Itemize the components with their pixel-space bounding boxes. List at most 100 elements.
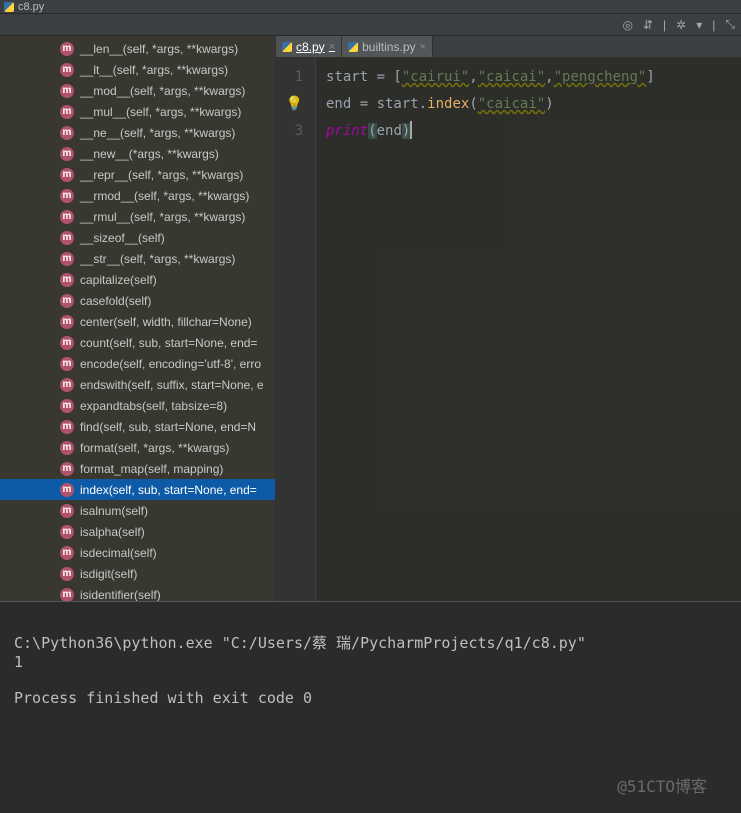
method-icon: m	[60, 315, 74, 329]
structure-toolbar: ◎ ⇵ | ✲ ▾ | ⤡	[0, 14, 741, 36]
run-console[interactable]: C:\Python36\python.exe "C:/Users/蔡 瑞/Pyc…	[0, 601, 741, 811]
method-icon: m	[60, 357, 74, 371]
method-icon: m	[60, 63, 74, 77]
method-icon: m	[60, 147, 74, 161]
structure-item[interactable]: m__repr__(self, *args, **kwargs)	[0, 164, 275, 185]
code-content[interactable]: start = ["cairui","caicai","pengcheng"] …	[316, 58, 665, 601]
caret	[410, 121, 412, 139]
structure-item-label: format_map(self, mapping)	[80, 462, 223, 476]
chevron-down-icon[interactable]: ▾	[696, 18, 702, 32]
window-tab-label: c8.py	[18, 1, 44, 13]
structure-item[interactable]: m encode(self, encoding='utf-8', erro	[0, 353, 275, 374]
structure-item-label: __str__(self, *args, **kwargs)	[80, 252, 235, 266]
method-icon: m	[60, 294, 74, 308]
structure-item-label: __rmod__(self, *args, **kwargs)	[80, 189, 249, 203]
code-editor[interactable]: 1 💡 3 start = ["cairui","caicai","pengch…	[276, 58, 741, 601]
tab-label: builtins.py	[362, 40, 415, 54]
structure-item[interactable]: m casefold(self)	[0, 290, 275, 311]
structure-item[interactable]: mcount(self, sub, start=None, end=	[0, 332, 275, 353]
target-icon[interactable]: ◎	[623, 18, 633, 32]
python-file-icon	[282, 42, 292, 52]
method-icon: m	[60, 399, 74, 413]
editor-area: c8.py × builtins.py × 1 💡 3 start = ["ca…	[276, 36, 741, 601]
structure-item[interactable]: m __mul__(self, *args, **kwargs)	[0, 101, 275, 122]
method-icon: m	[60, 420, 74, 434]
separator: |	[712, 18, 715, 32]
python-file-icon	[348, 42, 358, 52]
structure-item-label: __mul__(self, *args, **kwargs)	[80, 105, 241, 119]
separator: |	[663, 18, 666, 32]
tab-builtins[interactable]: builtins.py ×	[342, 36, 433, 57]
intention-bulb-icon[interactable]: 💡	[276, 91, 303, 118]
gutter: 1 💡 3	[276, 58, 316, 601]
method-icon: m	[60, 42, 74, 56]
method-icon: m	[60, 126, 74, 140]
window-tab: c8.py	[0, 0, 741, 14]
sync-icon[interactable]: ⇵	[643, 18, 653, 32]
structure-item-label: encode(self, encoding='utf-8', erro	[80, 357, 261, 371]
structure-item[interactable]: m __lt__(self, *args, **kwargs)	[0, 59, 275, 80]
structure-item-label: isdecimal(self)	[80, 546, 157, 560]
method-icon: m	[60, 483, 74, 497]
structure-item-label: capitalize(self)	[80, 273, 157, 287]
structure-item-label: expandtabs(self, tabsize=8)	[80, 399, 227, 413]
structure-item-label: index(self, sub, start=None, end=	[80, 483, 257, 497]
structure-item[interactable]: misidentifier(self)	[0, 584, 275, 601]
structure-item[interactable]: m__sizeof__(self)	[0, 227, 275, 248]
structure-item[interactable]: m capitalize(self)	[0, 269, 275, 290]
structure-item-label: __repr__(self, *args, **kwargs)	[80, 168, 243, 182]
close-icon[interactable]: ×	[329, 41, 335, 53]
line-number: 3	[276, 118, 303, 145]
structure-item[interactable]: m__ne__(self, *args, **kwargs)	[0, 122, 275, 143]
structure-list: m __len__(self, *args, **kwargs) m __lt__(s…	[0, 36, 275, 601]
structure-item-label: isdigit(self)	[80, 567, 137, 581]
method-icon: m	[60, 84, 74, 98]
structure-item[interactable]: m center(self, width, fillchar=None)	[0, 311, 275, 332]
structure-item[interactable]: m __new__(*args, **kwargs)	[0, 143, 275, 164]
structure-item[interactable]: m isdecimal(self)	[0, 542, 275, 563]
structure-item[interactable]: mformat(self, *args, **kwargs)	[0, 437, 275, 458]
close-icon[interactable]: ×	[420, 41, 426, 53]
structure-item[interactable]: m __len__(self, *args, **kwargs)	[0, 38, 275, 59]
structure-item-label: __lt__(self, *args, **kwargs)	[80, 63, 228, 77]
console-line: Process finished with exit code 0	[14, 689, 312, 707]
structure-panel: m __len__(self, *args, **kwargs) m __lt__(s…	[0, 36, 276, 601]
method-icon: m	[60, 378, 74, 392]
method-icon: m	[60, 210, 74, 224]
structure-item-label: __mod__(self, *args, **kwargs)	[80, 84, 245, 98]
main-area: m __len__(self, *args, **kwargs) m __lt__(s…	[0, 36, 741, 601]
console-line: C:\Python36\python.exe "C:/Users/蔡 瑞/Pyc…	[14, 634, 586, 652]
method-icon: m	[60, 546, 74, 560]
tab-c8[interactable]: c8.py ×	[276, 36, 342, 57]
structure-item-label: find(self, sub, start=None, end=N	[80, 420, 256, 434]
structure-item[interactable]: mformat_map(self, mapping)	[0, 458, 275, 479]
structure-item-label: __len__(self, *args, **kwargs)	[80, 42, 238, 56]
structure-item[interactable]: misalnum(self)	[0, 500, 275, 521]
structure-item[interactable]: m__rmul__(self, *args, **kwargs)	[0, 206, 275, 227]
python-file-icon	[4, 2, 14, 12]
structure-item[interactable]: m expandtabs(self, tabsize=8)	[0, 395, 275, 416]
structure-item[interactable]: m__rmod__(self, *args, **kwargs)	[0, 185, 275, 206]
structure-item[interactable]: m __mod__(self, *args, **kwargs)	[0, 80, 275, 101]
structure-item[interactable]: m isalpha(self)	[0, 521, 275, 542]
method-icon: m	[60, 252, 74, 266]
gear-icon[interactable]: ✲	[676, 18, 686, 32]
structure-item-label: __new__(*args, **kwargs)	[80, 147, 219, 161]
method-icon: m	[60, 588, 74, 602]
structure-item-label: isalpha(self)	[80, 525, 145, 539]
method-icon: m	[60, 504, 74, 518]
structure-item-label: __sizeof__(self)	[80, 231, 165, 245]
structure-item[interactable]: mendswith(self, suffix, start=None, e	[0, 374, 275, 395]
structure-item-label: casefold(self)	[80, 294, 151, 308]
structure-item-label: format(self, *args, **kwargs)	[80, 441, 229, 455]
method-icon: m	[60, 525, 74, 539]
structure-item[interactable]: m index(self, sub, start=None, end=	[0, 479, 275, 500]
collapse-icon[interactable]: ⤡	[725, 17, 735, 32]
structure-item-label: center(self, width, fillchar=None)	[80, 315, 252, 329]
structure-item[interactable]: m __str__(self, *args, **kwargs)	[0, 248, 275, 269]
method-icon: m	[60, 105, 74, 119]
structure-item[interactable]: m find(self, sub, start=None, end=N	[0, 416, 275, 437]
structure-item[interactable]: misdigit(self)	[0, 563, 275, 584]
structure-item-label: count(self, sub, start=None, end=	[80, 336, 257, 350]
method-icon: m	[60, 273, 74, 287]
